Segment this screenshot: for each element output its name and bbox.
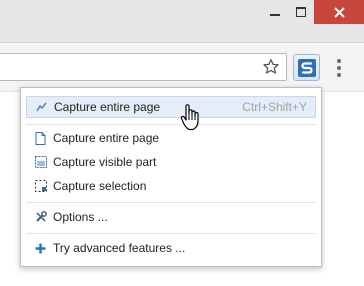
menu-item-options[interactable]: Options ... — [26, 206, 316, 228]
menu-item-label: Try advanced features ... — [53, 241, 186, 255]
menu-item-advanced-features[interactable]: Try advanced features ... — [26, 237, 316, 259]
minimize-button[interactable] — [262, 0, 288, 24]
kebab-menu-icon[interactable] — [330, 58, 348, 78]
menu-divider — [26, 233, 316, 234]
browser-toolbar — [0, 42, 364, 92]
close-button[interactable] — [314, 0, 364, 24]
hand-cursor-icon — [180, 104, 199, 131]
page-icon — [34, 131, 47, 145]
menu-item-label: Capture visible part — [53, 155, 157, 169]
menu-item-label: Capture entire page — [53, 131, 160, 145]
menu-item-label: Options ... — [53, 210, 108, 224]
visible-part-icon — [34, 156, 47, 169]
plus-icon — [34, 242, 47, 255]
menu-item-capture-selection[interactable]: Capture selection — [26, 175, 316, 197]
tools-icon — [34, 211, 47, 224]
selection-icon — [34, 180, 47, 193]
window-titlebar — [0, 0, 364, 42]
star-icon[interactable] — [262, 58, 280, 76]
menu-item-capture-entire-page-scroll[interactable]: Capture entire page Ctrl+Shift+Y — [26, 96, 316, 118]
menu-item-label: Capture selection — [53, 179, 147, 193]
extension-button[interactable] — [293, 54, 320, 81]
menu-divider — [26, 202, 316, 203]
menu-divider — [26, 124, 316, 125]
maximize-button[interactable] — [288, 0, 314, 24]
minimize-icon — [270, 14, 280, 16]
maximize-icon — [296, 7, 306, 17]
scroll-capture-icon — [35, 101, 48, 114]
extension-s-icon — [297, 58, 316, 77]
menu-item-label: Capture entire page — [54, 100, 161, 114]
extension-popup-menu: Capture entire page Ctrl+Shift+Y Capture… — [20, 87, 322, 267]
close-icon — [333, 6, 345, 18]
menu-item-capture-entire-page[interactable]: Capture entire page — [26, 127, 316, 149]
address-bar[interactable] — [0, 53, 287, 81]
menu-item-capture-visible-part[interactable]: Capture visible part — [26, 151, 316, 173]
shortcut-label: Ctrl+Shift+Y — [242, 100, 307, 114]
